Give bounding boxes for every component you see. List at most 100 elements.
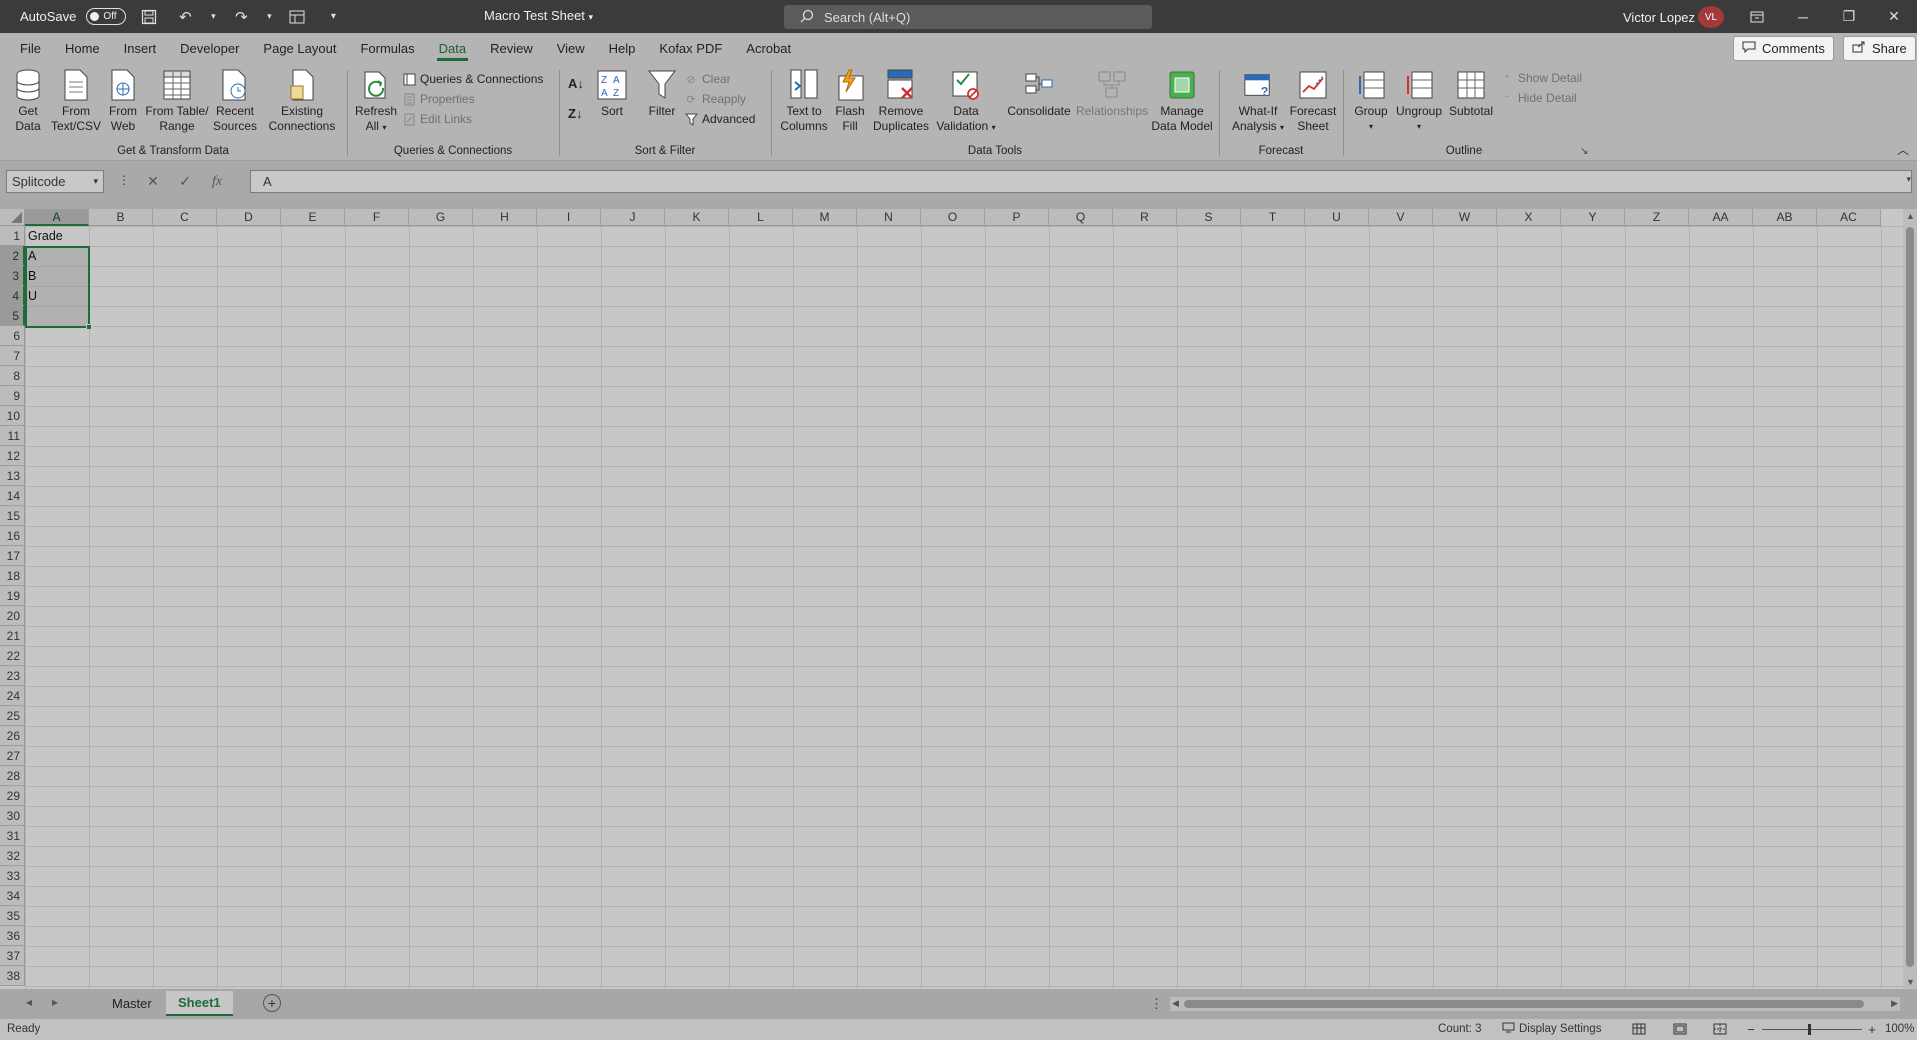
row-header-8[interactable]: 8 — [0, 366, 25, 386]
tab-developer[interactable]: Developer — [168, 33, 251, 64]
column-header-m[interactable]: M — [793, 209, 857, 226]
zoom-slider[interactable] — [1762, 1029, 1862, 1030]
fill-handle[interactable] — [86, 324, 92, 330]
column-header-s[interactable]: S — [1177, 209, 1241, 226]
page-break-preview-icon[interactable] — [1711, 1021, 1729, 1037]
column-header-k[interactable]: K — [665, 209, 729, 226]
column-header-f[interactable]: F — [345, 209, 409, 226]
column-header-r[interactable]: R — [1113, 209, 1177, 226]
previous-sheet-icon[interactable]: ◂ — [26, 995, 32, 1009]
sort-a-to-z-button[interactable]: A↓ — [568, 74, 584, 92]
manage-data-model-button[interactable]: Manage Data Model — [1150, 68, 1214, 134]
tab-review[interactable]: Review — [478, 33, 545, 64]
scroll-left-icon[interactable]: ◀ — [1172, 998, 1179, 1009]
remove-duplicates-button[interactable]: Remove Duplicates — [870, 68, 932, 134]
column-header-g[interactable]: G — [409, 209, 473, 226]
row-header-30[interactable]: 30 — [0, 806, 25, 826]
status-count[interactable]: Count: 3 — [1438, 1023, 1481, 1035]
avatar[interactable]: VL — [1698, 6, 1724, 28]
reapply-button[interactable]: ⟳ Reapply — [684, 90, 746, 108]
tab-home[interactable]: Home — [53, 33, 112, 64]
row-header-34[interactable]: 34 — [0, 886, 25, 906]
add-sheet-icon[interactable]: + — [263, 994, 281, 1012]
cell-a4[interactable]: U — [25, 286, 89, 306]
column-header-e[interactable]: E — [281, 209, 345, 226]
cell-a3[interactable]: B — [25, 266, 89, 286]
column-header-b[interactable]: B — [89, 209, 153, 226]
tab-page-layout[interactable]: Page Layout — [251, 33, 348, 64]
row-header-21[interactable]: 21 — [0, 626, 25, 646]
vertical-scrollbar[interactable]: ▲ ▼ — [1903, 209, 1917, 989]
column-header-l[interactable]: L — [729, 209, 793, 226]
row-header-26[interactable]: 26 — [0, 726, 25, 746]
ungroup-button[interactable]: Ungroup ▾ — [1394, 68, 1444, 134]
data-validation-button[interactable]: Data Validation ▾ — [934, 68, 998, 135]
row-header-35[interactable]: 35 — [0, 906, 25, 926]
share-button[interactable]: Share — [1843, 36, 1916, 61]
page-layout-view-icon[interactable] — [1671, 1021, 1689, 1037]
autosave-toggle[interactable]: Off — [86, 8, 127, 25]
column-header-ac[interactable]: AC — [1817, 209, 1881, 226]
ribbon-display-icon[interactable] — [1734, 0, 1780, 33]
what-if-analysis-button[interactable]: ? What-If Analysis ▾ — [1228, 68, 1288, 135]
collapse-ribbon-icon[interactable]: ︿ — [1897, 141, 1909, 158]
row-header-1[interactable]: 1 — [0, 226, 25, 246]
undo-dropdown-icon[interactable]: ▾ — [208, 4, 218, 30]
column-header-d[interactable]: D — [217, 209, 281, 226]
more-options-icon[interactable]: ⋮ — [118, 173, 130, 187]
column-header-u[interactable]: U — [1305, 209, 1369, 226]
from-text-csv-button[interactable]: From Text/CSV — [50, 68, 102, 134]
zoom-level[interactable]: 100% — [1885, 1023, 1914, 1035]
comments-button[interactable]: Comments — [1733, 36, 1834, 61]
column-header-h[interactable]: H — [473, 209, 537, 226]
zoom-in-icon[interactable]: + — [1863, 1021, 1881, 1037]
redo-dropdown-icon[interactable]: ▾ — [264, 4, 274, 30]
row-header-12[interactable]: 12 — [0, 446, 25, 466]
name-box[interactable]: Splitcode ▾ — [6, 170, 104, 193]
row-header-2[interactable]: 2 — [0, 246, 25, 266]
tab-kofax-pdf[interactable]: Kofax PDF — [647, 33, 734, 64]
column-header-x[interactable]: X — [1497, 209, 1561, 226]
column-header-t[interactable]: T — [1241, 209, 1305, 226]
row-header-38[interactable]: 38 — [0, 966, 25, 986]
expand-formula-bar-icon[interactable]: ▾ — [1906, 174, 1911, 185]
consolidate-button[interactable]: Consolidate — [1004, 68, 1074, 119]
row-header-32[interactable]: 32 — [0, 846, 25, 866]
row-header-17[interactable]: 17 — [0, 546, 25, 566]
column-header-o[interactable]: O — [921, 209, 985, 226]
tab-file[interactable]: File — [8, 33, 53, 64]
more-options-icon[interactable]: ⋮ — [1150, 996, 1163, 1012]
text-to-columns-button[interactable]: Text to Columns — [778, 68, 830, 134]
user-name[interactable]: Victor Lopez — [1623, 10, 1695, 25]
formula-input[interactable]: A — [250, 170, 1912, 193]
row-header-27[interactable]: 27 — [0, 746, 25, 766]
redo-icon[interactable]: ↷ — [228, 4, 254, 30]
next-sheet-icon[interactable]: ▸ — [52, 995, 58, 1009]
row-header-20[interactable]: 20 — [0, 606, 25, 626]
hide-detail-button[interactable]: ⁻ Hide Detail — [1500, 89, 1577, 107]
advanced-filter-button[interactable]: Advanced — [684, 110, 755, 128]
clear-filter-button[interactable]: ⊘ Clear — [684, 70, 730, 88]
search-box[interactable]: Search (Alt+Q) — [784, 5, 1152, 29]
tab-view[interactable]: View — [545, 33, 597, 64]
row-header-36[interactable]: 36 — [0, 926, 25, 946]
scroll-right-icon[interactable]: ▶ — [1891, 998, 1898, 1009]
tab-formulas[interactable]: Formulas — [348, 33, 426, 64]
save-icon[interactable] — [136, 4, 162, 30]
from-table-range-button[interactable]: From Table/ Range — [144, 68, 210, 134]
column-header-j[interactable]: J — [601, 209, 665, 226]
refresh-all-button[interactable]: Refresh All ▾ — [354, 68, 398, 135]
column-header-n[interactable]: N — [857, 209, 921, 226]
undo-icon[interactable]: ↶ — [172, 4, 198, 30]
column-header-a[interactable]: A — [25, 209, 89, 226]
row-header-6[interactable]: 6 — [0, 326, 25, 346]
column-header-p[interactable]: P — [985, 209, 1049, 226]
scroll-up-icon[interactable]: ▲ — [1906, 211, 1915, 221]
horizontal-scroll-thumb[interactable] — [1184, 1000, 1864, 1008]
horizontal-scrollbar[interactable]: ◀ ▶ — [1170, 997, 1900, 1011]
tab-data[interactable]: Data — [427, 33, 478, 64]
normal-view-icon[interactable] — [1630, 1021, 1648, 1037]
row-header-24[interactable]: 24 — [0, 686, 25, 706]
row-header-31[interactable]: 31 — [0, 826, 25, 846]
row-header-11[interactable]: 11 — [0, 426, 25, 446]
